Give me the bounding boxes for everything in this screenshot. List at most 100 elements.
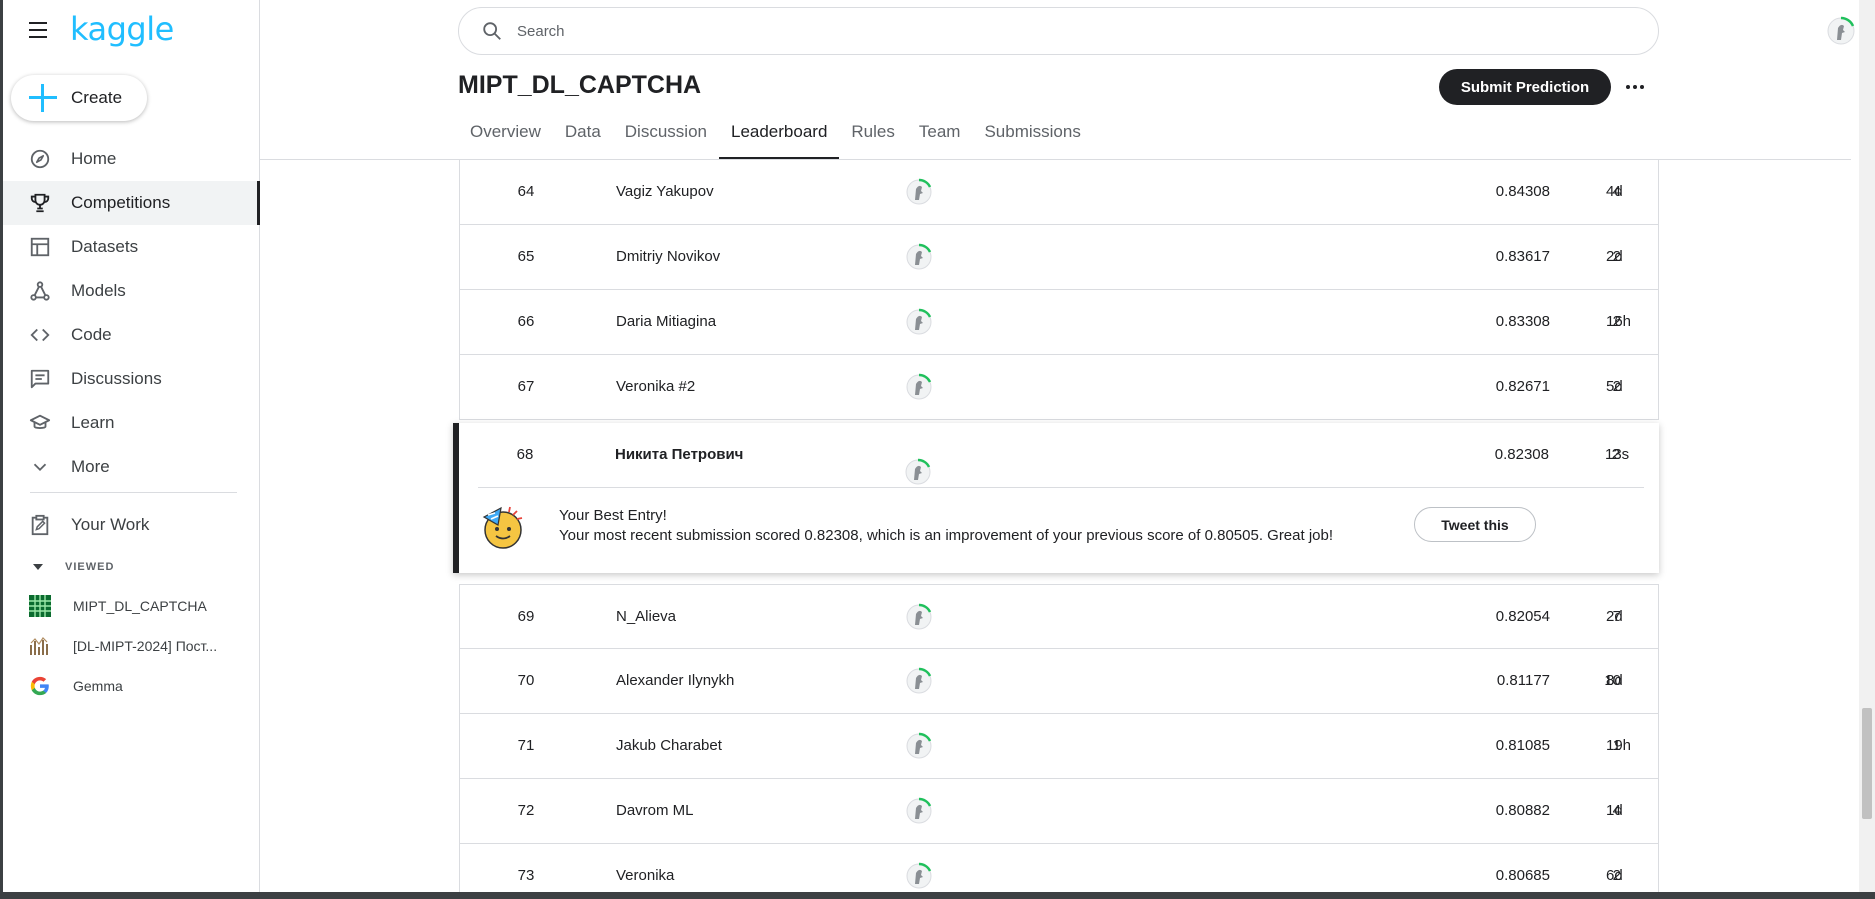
kaggle-logo[interactable]: kaggle (70, 10, 174, 48)
more-options-icon[interactable] (1623, 75, 1647, 99)
team-name-cell[interactable]: Veronika #2 (616, 355, 695, 419)
rank-cell: 68 (516, 446, 534, 463)
team-name-cell[interactable]: Alexander Ilynykh (616, 649, 734, 713)
viewed-item-label: Gemma (73, 678, 123, 694)
table-row[interactable]: 70 Alexander Ilynykh 0.81177 10 8d (459, 649, 1659, 714)
viewed-item-label: MIPT_DL_CAPTCHA (73, 598, 207, 614)
team-name-cell[interactable]: Veronika (616, 844, 674, 899)
rank-cell: 66 (517, 313, 535, 330)
team-name-cell[interactable]: Jakub Charabet (616, 714, 722, 778)
sidebar-item-label: Models (71, 281, 126, 300)
sidebar-nav: Home Competitions Datasets Models Code D… (3, 137, 260, 489)
user-avatar[interactable] (1826, 16, 1856, 46)
my-entry-highlight: 68 Никита Петрович 0.82308 2 13s Your Be… (453, 423, 1659, 573)
competition-thumbnail (29, 595, 51, 617)
team-avatar[interactable] (903, 440, 933, 504)
sidebar-item-discussions[interactable]: Discussions (3, 357, 260, 401)
team-name-cell[interactable]: Vagiz Yakupov (616, 160, 714, 224)
table-row[interactable]: 67 Veronika #2 0.82671 2 5d (459, 355, 1659, 420)
rank-cell: 69 (517, 608, 535, 625)
best-entry-title: Your Best Entry! (559, 507, 667, 524)
last-submission-cell: 8d (1606, 672, 1623, 689)
viewed-item-dl-mipt-2024[interactable]: [DL-MIPT-2024] Пост... (3, 626, 260, 666)
sidebar-item-models[interactable]: Models (3, 269, 260, 313)
team-avatar[interactable] (904, 177, 934, 207)
viewed-item-mipt-dl-captcha[interactable]: MIPT_DL_CAPTCHA (3, 586, 260, 626)
graduation-cap-icon (27, 410, 53, 436)
viewed-section-toggle[interactable]: VIEWED (3, 556, 114, 578)
last-submission-cell: 6d (1606, 867, 1623, 884)
rank-cell: 65 (517, 248, 535, 265)
models-icon (27, 278, 53, 304)
competition-title: MIPT_DL_CAPTCHA (458, 71, 702, 99)
menu-icon[interactable] (29, 22, 51, 40)
entries-cell: 4 (1612, 802, 1621, 819)
tab-rules[interactable]: Rules (839, 122, 906, 160)
window-frame-bottom (0, 892, 1875, 899)
team-avatar[interactable] (904, 861, 934, 891)
tab-team[interactable]: Team (907, 122, 973, 160)
team-avatar[interactable] (904, 796, 934, 826)
sidebar-item-home[interactable]: Home (3, 137, 260, 181)
team-avatar[interactable] (904, 602, 934, 632)
tab-discussion[interactable]: Discussion (613, 122, 719, 160)
sidebar-item-learn[interactable]: Learn (3, 401, 260, 445)
submit-prediction-button[interactable]: Submit Prediction (1439, 69, 1611, 105)
last-submission-cell: 2d (1606, 248, 1623, 265)
plus-icon (29, 84, 57, 112)
sidebar: kaggle Create Home Competitions Datasets (3, 0, 260, 892)
page-scrollbar[interactable] (1859, 0, 1875, 892)
search-bar[interactable] (458, 7, 1659, 55)
table-row[interactable]: 64 Vagiz Yakupov 0.84308 4 4d (459, 160, 1659, 225)
sidebar-item-label: Your Work (71, 515, 150, 534)
sidebar-item-label: Competitions (71, 193, 171, 212)
create-button[interactable]: Create (11, 75, 147, 121)
table-row[interactable]: 71 Jakub Charabet 0.81085 1 19h (459, 714, 1659, 779)
last-submission-cell: 1d (1606, 802, 1623, 819)
team-name-cell[interactable]: Никита Петрович (615, 423, 743, 487)
sidebar-item-label: More (71, 457, 110, 476)
sidebar-item-more[interactable]: More (3, 445, 260, 489)
team-avatar[interactable] (904, 731, 934, 761)
sidebar-item-datasets[interactable]: Datasets (3, 225, 260, 269)
celebration-emoji-icon (482, 506, 523, 549)
table-row[interactable]: 73 Veronika 0.80685 2 6d (459, 844, 1659, 892)
tab-data[interactable]: Data (553, 122, 613, 160)
last-submission-cell: 5d (1606, 378, 1623, 395)
competition-thumbnail (29, 635, 51, 657)
team-name-cell[interactable]: Dmitriy Novikov (616, 225, 720, 289)
team-avatar[interactable] (904, 666, 934, 696)
code-icon (27, 322, 53, 348)
entries-cell: 2 (1612, 248, 1621, 265)
rank-cell: 72 (517, 802, 535, 819)
sidebar-item-competitions[interactable]: Competitions (3, 181, 260, 225)
compass-icon (27, 146, 53, 172)
sidebar-item-your-work[interactable]: Your Work (3, 503, 260, 547)
team-name-cell[interactable]: N_Alieva (616, 585, 676, 649)
competition-tabs: Overview Data Discussion Leaderboard Rul… (458, 122, 1093, 160)
team-name-cell[interactable]: Davrom ML (616, 779, 694, 843)
search-input[interactable] (517, 22, 1617, 40)
team-avatar[interactable] (904, 307, 934, 337)
tab-submissions[interactable]: Submissions (972, 122, 1092, 160)
team-name-cell[interactable]: Daria Mitiagina (616, 290, 716, 354)
tweet-button[interactable]: Tweet this (1414, 507, 1536, 542)
viewed-item-gemma[interactable]: Gemma (3, 666, 260, 706)
viewed-item-label: [DL-MIPT-2024] Пост... (73, 638, 218, 654)
tab-overview[interactable]: Overview (458, 122, 553, 160)
team-avatar[interactable] (904, 372, 934, 402)
table-row[interactable]: 72 Davrom ML 0.80882 4 1d (459, 779, 1659, 844)
table-row[interactable]: 66 Daria Mitiagina 0.83308 2 16h (459, 290, 1659, 355)
google-logo-icon (30, 676, 49, 696)
sidebar-item-code[interactable]: Code (3, 313, 260, 357)
viewed-list: MIPT_DL_CAPTCHA [DL-MIPT-2024] Пост... G… (3, 586, 260, 706)
last-submission-cell: 13s (1605, 446, 1630, 463)
table-row[interactable]: 65 Dmitriy Novikov 0.83617 2 2d (459, 225, 1659, 290)
rank-cell: 64 (517, 183, 535, 200)
clipboard-edit-icon (27, 512, 53, 538)
tab-leaderboard[interactable]: Leaderboard (718, 122, 840, 160)
rank-cell: 70 (517, 672, 535, 689)
table-row[interactable]: 69 N_Alieva 0.82054 7 2d (459, 584, 1659, 649)
team-avatar[interactable] (904, 242, 934, 272)
scrollbar-thumb[interactable] (1862, 708, 1872, 819)
